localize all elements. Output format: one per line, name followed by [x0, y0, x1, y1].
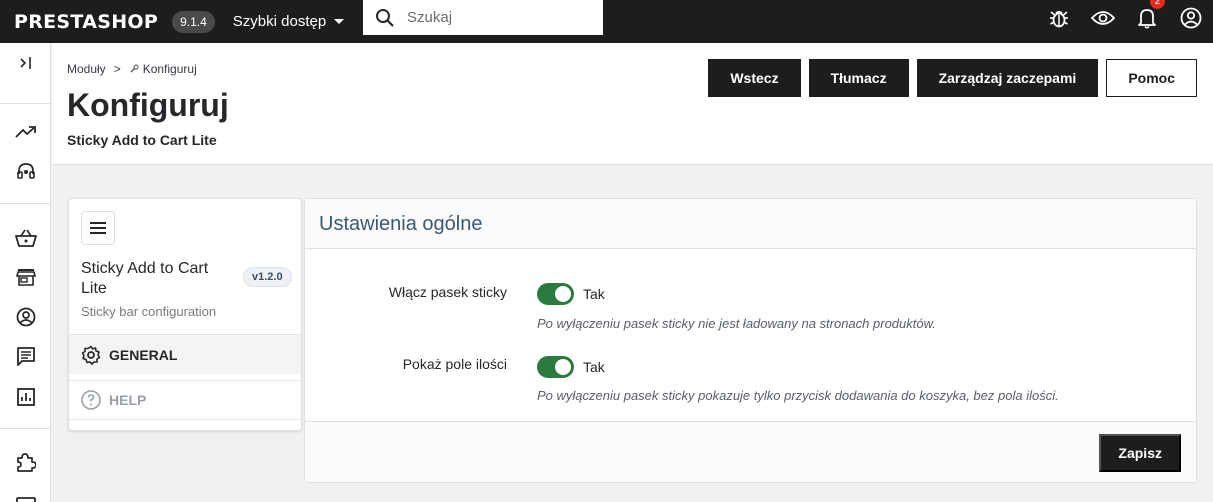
breadcrumb-separator: > [113, 62, 121, 76]
collapse-icon [19, 57, 31, 69]
search-icon [376, 8, 394, 27]
enable-sticky-switch[interactable] [537, 283, 574, 305]
sidebar-item-catalog[interactable] [0, 259, 51, 295]
wrench-icon [130, 64, 139, 73]
quick-access-label: Szybki dostęp [232, 13, 327, 30]
general-settings-card: Ustawienia ogólne Włącz pasek sticky Tak… [304, 198, 1197, 483]
breadcrumb: Moduły > Konfiguruj [67, 62, 197, 76]
account-icon [1180, 7, 1202, 28]
sidebar-divider [0, 428, 51, 429]
page-header: Moduły > Konfiguruj Konfiguruj Sticky Ad… [52, 43, 1213, 165]
puzzle-icon [16, 453, 36, 472]
account-button[interactable] [1169, 0, 1213, 35]
version-badge: 9.1.4 [172, 10, 215, 33]
breadcrumb-current: Konfiguruj [129, 62, 197, 76]
gear-icon [81, 345, 101, 365]
sidebar-item-orders[interactable] [0, 220, 51, 256]
breadcrumb-configure: Konfiguruj [142, 62, 197, 76]
search-input[interactable] [407, 9, 587, 26]
user-icon [16, 307, 35, 327]
show-quantity-value: Tak [583, 359, 605, 375]
quick-access-dropdown[interactable]: Szybki dostęp [232, 13, 345, 30]
support-icon [16, 163, 35, 179]
basket-icon [14, 229, 37, 247]
menu-item-help-label: HELP [109, 392, 147, 408]
enable-sticky-help: Po wyłączeniu pasek sticky nie jest łado… [537, 316, 936, 331]
module-sidebar-panel: Sticky Add to Cart Lite v1.2.0 Sticky ba… [68, 198, 302, 431]
sidebar-item-messages[interactable] [0, 338, 51, 374]
prestashop-logo[interactable]: PRESTASHOP [14, 11, 158, 33]
top-bar: PRESTASHOP 9.1.4 Szybki dostęp 2 [0, 0, 1213, 43]
card-footer: Zapisz [305, 421, 1196, 482]
hamburger-icon [90, 222, 106, 234]
notifications-button[interactable]: 2 [1125, 0, 1169, 35]
sidebar-item-stats[interactable] [0, 379, 51, 415]
view-shop-button[interactable] [1081, 0, 1125, 35]
module-name: Sticky Add to Cart Lite [81, 260, 209, 297]
back-button[interactable]: Wstecz [708, 59, 801, 97]
enable-sticky-value: Tak [583, 286, 605, 302]
show-quantity-help: Po wyłączeniu pasek sticky pokazuje tylk… [537, 388, 1059, 403]
debug-button[interactable] [1037, 0, 1081, 35]
save-button[interactable]: Zapisz [1099, 434, 1181, 472]
left-sidebar [0, 43, 51, 502]
module-description: Sticky bar configuration [81, 304, 217, 319]
header-toolbar: Wstecz Tłumacz Zarządzaj zaczepami Pomoc [708, 59, 1197, 97]
sidebar-collapse-toggle[interactable] [0, 45, 51, 81]
sidebar-item-customers[interactable] [0, 299, 51, 335]
store-icon [15, 269, 36, 286]
page-subtitle: Sticky Add to Cart Lite [67, 132, 217, 148]
help-button[interactable]: Pomoc [1106, 59, 1197, 97]
switch-knob [555, 286, 571, 302]
display-icon [15, 497, 36, 502]
top-icons: 2 [1037, 0, 1213, 35]
sidebar-item-modules[interactable] [0, 444, 51, 480]
module-version-badge: v1.2.0 [243, 267, 292, 287]
question-circle-icon [81, 390, 101, 410]
menu-item-help[interactable]: HELP [69, 380, 301, 420]
bug-icon [1050, 10, 1068, 27]
card-header: Ustawienia ogólne [305, 199, 1196, 249]
show-quantity-switch[interactable] [537, 356, 574, 378]
manage-hooks-button[interactable]: Zarządzaj zaczepami [916, 59, 1099, 97]
translate-button[interactable]: Tłumacz [808, 59, 909, 97]
trend-icon [14, 126, 36, 138]
breadcrumb-modules-link[interactable]: Moduły [67, 62, 106, 76]
card-title: Ustawienia ogólne [319, 213, 483, 235]
menu-item-general[interactable]: GENERAL [69, 334, 301, 374]
enable-sticky-label: Włącz pasek sticky [388, 284, 507, 300]
menu-item-general-label: GENERAL [109, 346, 178, 363]
message-icon [16, 347, 35, 366]
sidebar-item-design[interactable] [0, 481, 51, 502]
search-box[interactable] [363, 0, 603, 35]
sidebar-item-dashboard[interactable] [0, 114, 51, 150]
caret-down-icon [334, 19, 345, 24]
show-quantity-label: Pokaż pole ilości [402, 356, 507, 372]
notification-count-badge: 2 [1150, 0, 1165, 9]
sidebar-item-help[interactable] [0, 154, 51, 190]
switch-knob [555, 359, 571, 375]
sidebar-divider [0, 103, 51, 104]
menu-toggle-button[interactable] [81, 211, 115, 245]
stats-icon [16, 388, 35, 406]
bell-icon [1138, 8, 1156, 29]
sidebar-divider [0, 203, 51, 204]
page-title: Konfiguruj [67, 87, 229, 123]
eye-icon [1091, 10, 1115, 25]
